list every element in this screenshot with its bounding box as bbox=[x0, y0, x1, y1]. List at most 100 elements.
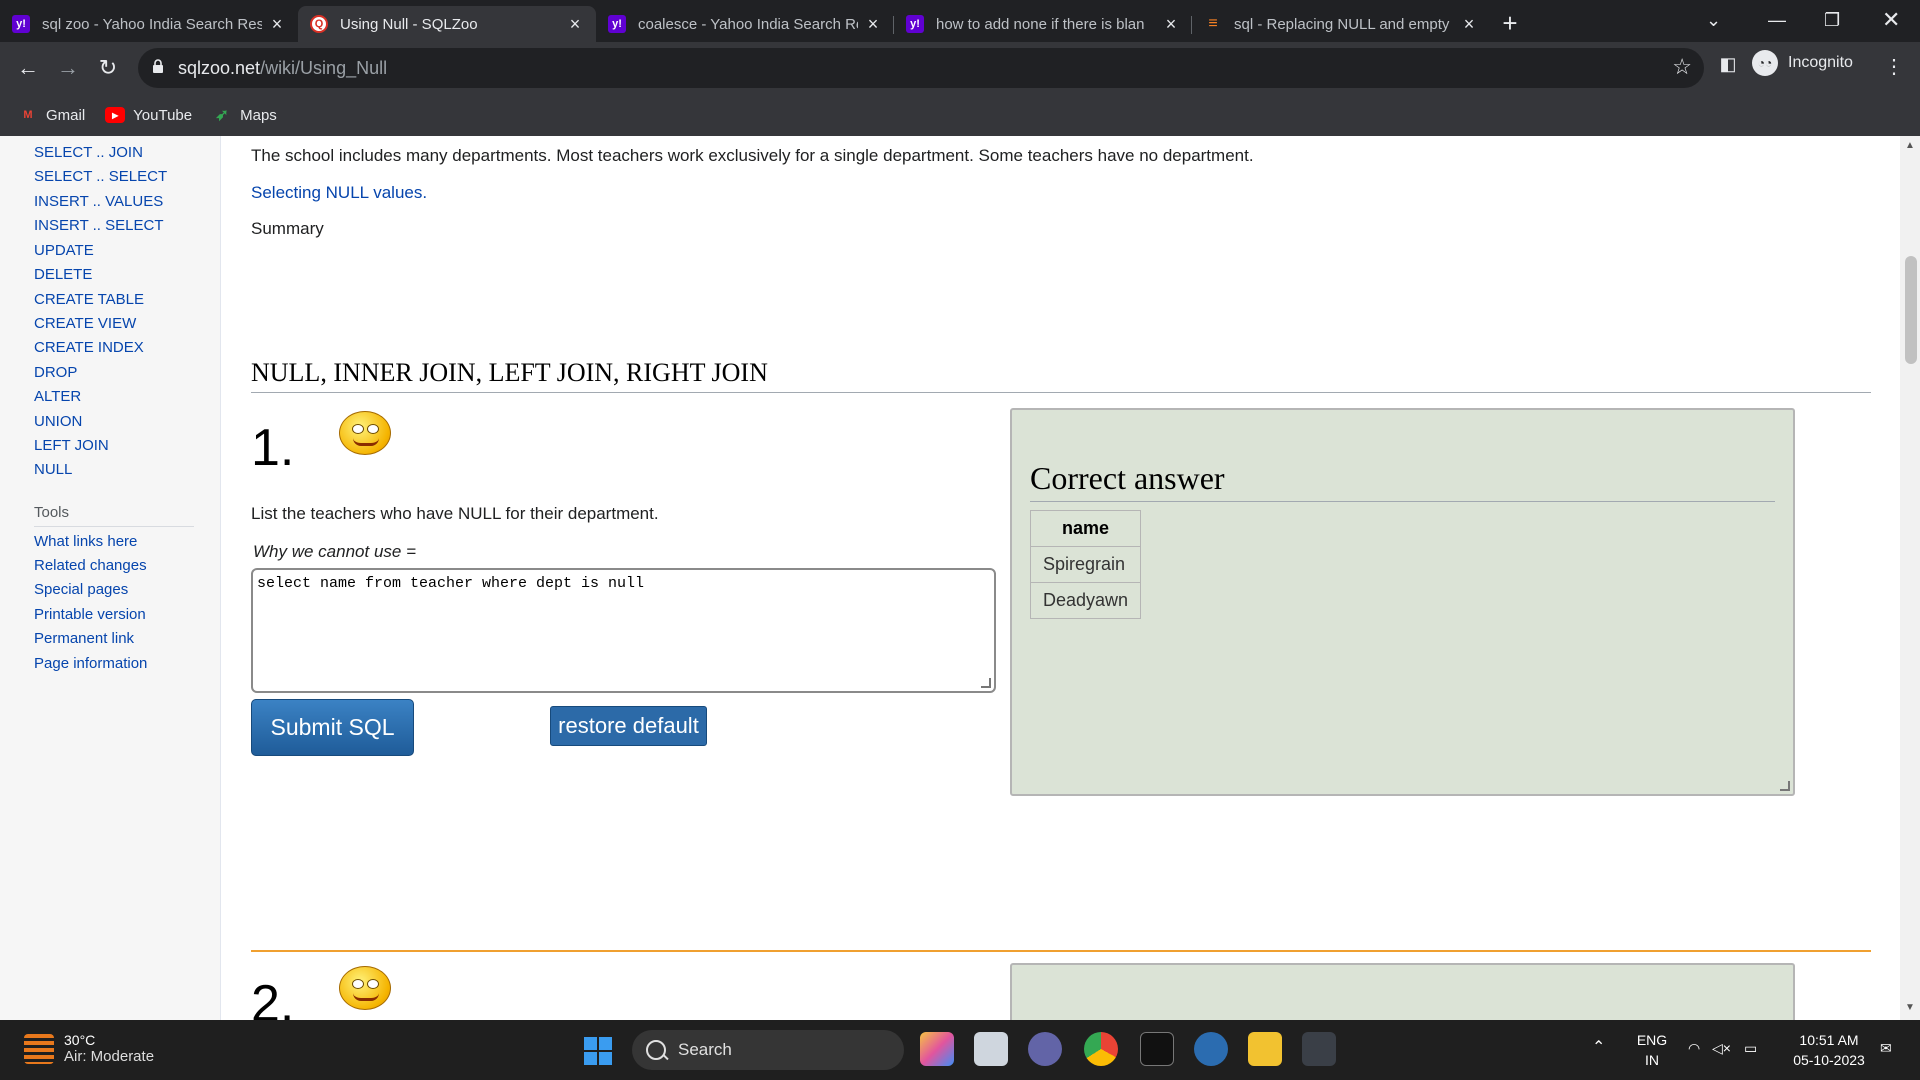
chrome-icon[interactable] bbox=[1084, 1032, 1118, 1066]
bookmark-label: Gmail bbox=[46, 106, 86, 124]
sidebar-link[interactable]: INSERT .. SELECT bbox=[34, 217, 164, 234]
question-divider bbox=[251, 950, 1871, 952]
sidebar-link[interactable]: LEFT JOIN bbox=[34, 437, 109, 454]
tab-title: Using Null - SQLZoo bbox=[340, 15, 478, 33]
minimize-button[interactable]: — bbox=[1768, 0, 1786, 40]
restore-default-button[interactable]: restore default bbox=[550, 706, 707, 746]
file-explorer-icon[interactable] bbox=[1248, 1032, 1282, 1066]
close-tab-icon[interactable]: × bbox=[566, 14, 584, 35]
scroll-up-icon[interactable]: ▲ bbox=[1905, 140, 1915, 151]
terminal-icon[interactable] bbox=[1140, 1032, 1174, 1066]
tool-link[interactable]: Permanent link bbox=[34, 630, 134, 647]
question-number: 1. bbox=[251, 419, 295, 477]
weather-widget[interactable]: 30°C Air: Moderate bbox=[24, 1032, 154, 1065]
tool-link[interactable]: Special pages bbox=[34, 581, 128, 598]
volume-muted-icon[interactable]: ◁× bbox=[1712, 1038, 1731, 1058]
browser-toolbar: ← → ↻ sqlzoo.net/wiki/Using_Null ☆ ◧ ◔◔ … bbox=[0, 42, 1920, 94]
notifications-icon[interactable]: ✉ bbox=[1880, 1038, 1892, 1058]
address-bar[interactable]: sqlzoo.net/wiki/Using_Null ☆ bbox=[138, 48, 1704, 88]
restore-button[interactable]: ❐ bbox=[1824, 0, 1840, 40]
selecting-null-link[interactable]: Selecting NULL values. bbox=[251, 183, 427, 203]
page-scrollbar[interactable]: ▲ ▼ bbox=[1900, 136, 1920, 1020]
sql-editor[interactable]: select name from teacher where dept is n… bbox=[251, 568, 996, 693]
close-tab-icon[interactable]: × bbox=[268, 14, 286, 35]
close-tab-icon[interactable]: × bbox=[1162, 14, 1180, 35]
windows-start-icon[interactable] bbox=[584, 1037, 612, 1065]
close-tab-icon[interactable]: × bbox=[864, 14, 882, 35]
hint-link[interactable]: Why we cannot use = bbox=[253, 542, 416, 562]
search-label: Search bbox=[678, 1040, 732, 1059]
back-button[interactable]: ← bbox=[8, 55, 48, 81]
taskbar: 30°C Air: Moderate Search ⌃ ENG IN ◠ ◁× … bbox=[0, 1020, 1920, 1080]
clock-time: 10:51 AM bbox=[1799, 1032, 1859, 1048]
sidebar: SELECT .. JOIN SELECT .. SELECT INSERT .… bbox=[0, 136, 221, 1020]
battery-icon[interactable]: ▭ bbox=[1744, 1038, 1757, 1058]
submit-sql-button[interactable]: Submit SQL bbox=[251, 699, 414, 756]
clock-date: 05-10-2023 bbox=[1793, 1052, 1865, 1068]
incognito-label: Incognito bbox=[1788, 54, 1853, 71]
bookmark-star-icon[interactable]: ☆ bbox=[1672, 54, 1692, 80]
new-tab-button[interactable]: + bbox=[1490, 6, 1530, 42]
sidebar-link[interactable]: DELETE bbox=[34, 266, 92, 283]
summary-text: Summary bbox=[251, 219, 324, 238]
sidebar-link[interactable]: CREATE TABLE bbox=[34, 291, 144, 308]
copilot-icon[interactable] bbox=[920, 1032, 954, 1066]
youtube-icon: ▶ bbox=[105, 107, 126, 123]
result-table: name Spiregrain Deadyawn bbox=[1029, 510, 1142, 619]
bookmark-maps[interactable]: ➶ Maps bbox=[212, 107, 276, 125]
tool-link[interactable]: Related changes bbox=[34, 557, 147, 574]
clock[interactable]: 10:51 AM 05-10-2023 bbox=[1784, 1030, 1874, 1070]
tool-link[interactable]: Page information bbox=[34, 655, 147, 672]
tab-yahoo-sqlzoo[interactable]: y! sql zoo - Yahoo India Search Res × bbox=[0, 6, 298, 42]
sidebar-link[interactable]: INSERT .. VALUES bbox=[34, 193, 163, 210]
close-tab-icon[interactable]: × bbox=[1460, 14, 1478, 35]
answer-panel: Correct answer name Spiregrain Deadyawn bbox=[1010, 408, 1795, 796]
close-window-button[interactable]: ✕ bbox=[1882, 0, 1900, 40]
sidebar-link[interactable]: UPDATE bbox=[34, 242, 94, 259]
tab-replacing-null[interactable]: ≡ sql - Replacing NULL and empty × bbox=[1192, 6, 1490, 42]
scroll-thumb[interactable] bbox=[1905, 256, 1917, 364]
sidebar-link[interactable]: NULL bbox=[34, 461, 72, 478]
tab-add-none[interactable]: y! how to add none if there is blan × bbox=[894, 6, 1192, 42]
sidebar-link[interactable]: UNION bbox=[34, 413, 82, 430]
sidebar-link[interactable]: DROP bbox=[34, 364, 77, 381]
tab-search-icon[interactable]: ⌄ bbox=[1706, 0, 1721, 40]
region-code: IN bbox=[1645, 1052, 1659, 1068]
side-panel-icon[interactable]: ◧ bbox=[1708, 54, 1748, 75]
tab-using-null[interactable]: Q Using Null - SQLZoo × bbox=[298, 6, 596, 42]
search-icon bbox=[646, 1040, 666, 1060]
menu-kebab-icon[interactable]: ⋮ bbox=[1874, 54, 1914, 79]
show-hidden-icons-icon[interactable]: ⌃ bbox=[1592, 1038, 1605, 1058]
url-path: /wiki/Using_Null bbox=[260, 57, 388, 78]
language-indicator[interactable]: ENG IN bbox=[1634, 1030, 1670, 1070]
sidebar-link[interactable]: SELECT .. JOIN bbox=[34, 144, 143, 161]
settings-icon[interactable] bbox=[1194, 1032, 1228, 1066]
sidebar-link[interactable]: CREATE VIEW bbox=[34, 315, 136, 332]
yahoo-icon: y! bbox=[12, 15, 30, 33]
wifi-icon[interactable]: ◠ bbox=[1688, 1038, 1700, 1058]
resize-handle[interactable] bbox=[1780, 781, 1790, 791]
tab-coalesce[interactable]: y! coalesce - Yahoo India Search Re × bbox=[596, 6, 894, 42]
stackoverflow-icon: ≡ bbox=[1208, 15, 1218, 32]
url-host: sqlzoo.net bbox=[178, 57, 261, 78]
sidebar-link[interactable]: ALTER bbox=[34, 388, 81, 405]
sidebar-link[interactable]: CREATE INDEX bbox=[34, 339, 144, 356]
forward-button[interactable]: → bbox=[48, 55, 88, 81]
yahoo-icon: y! bbox=[906, 15, 924, 33]
scroll-down-icon[interactable]: ▼ bbox=[1905, 1002, 1915, 1013]
incognito-indicator[interactable]: ◔◔ Incognito bbox=[1752, 50, 1853, 76]
tab-title: coalesce - Yahoo India Search Re bbox=[638, 15, 858, 33]
sidebar-link[interactable]: SELECT .. SELECT bbox=[34, 168, 167, 185]
bookmark-gmail[interactable]: M Gmail bbox=[18, 107, 85, 124]
teams-icon[interactable] bbox=[1028, 1032, 1062, 1066]
resize-handle[interactable] bbox=[981, 678, 991, 688]
tool-link[interactable]: What links here bbox=[34, 533, 137, 550]
taskbar-search[interactable]: Search bbox=[632, 1030, 904, 1070]
tool-link[interactable]: Printable version bbox=[34, 606, 146, 623]
task-view-icon[interactable] bbox=[974, 1032, 1008, 1066]
powershell-icon[interactable] bbox=[1302, 1032, 1336, 1066]
air-quality: Air: Moderate bbox=[64, 1048, 155, 1065]
reload-button[interactable]: ↻ bbox=[88, 55, 128, 81]
bookmark-youtube[interactable]: ▶ YouTube bbox=[105, 107, 192, 124]
temperature: 30°C bbox=[64, 1032, 96, 1048]
